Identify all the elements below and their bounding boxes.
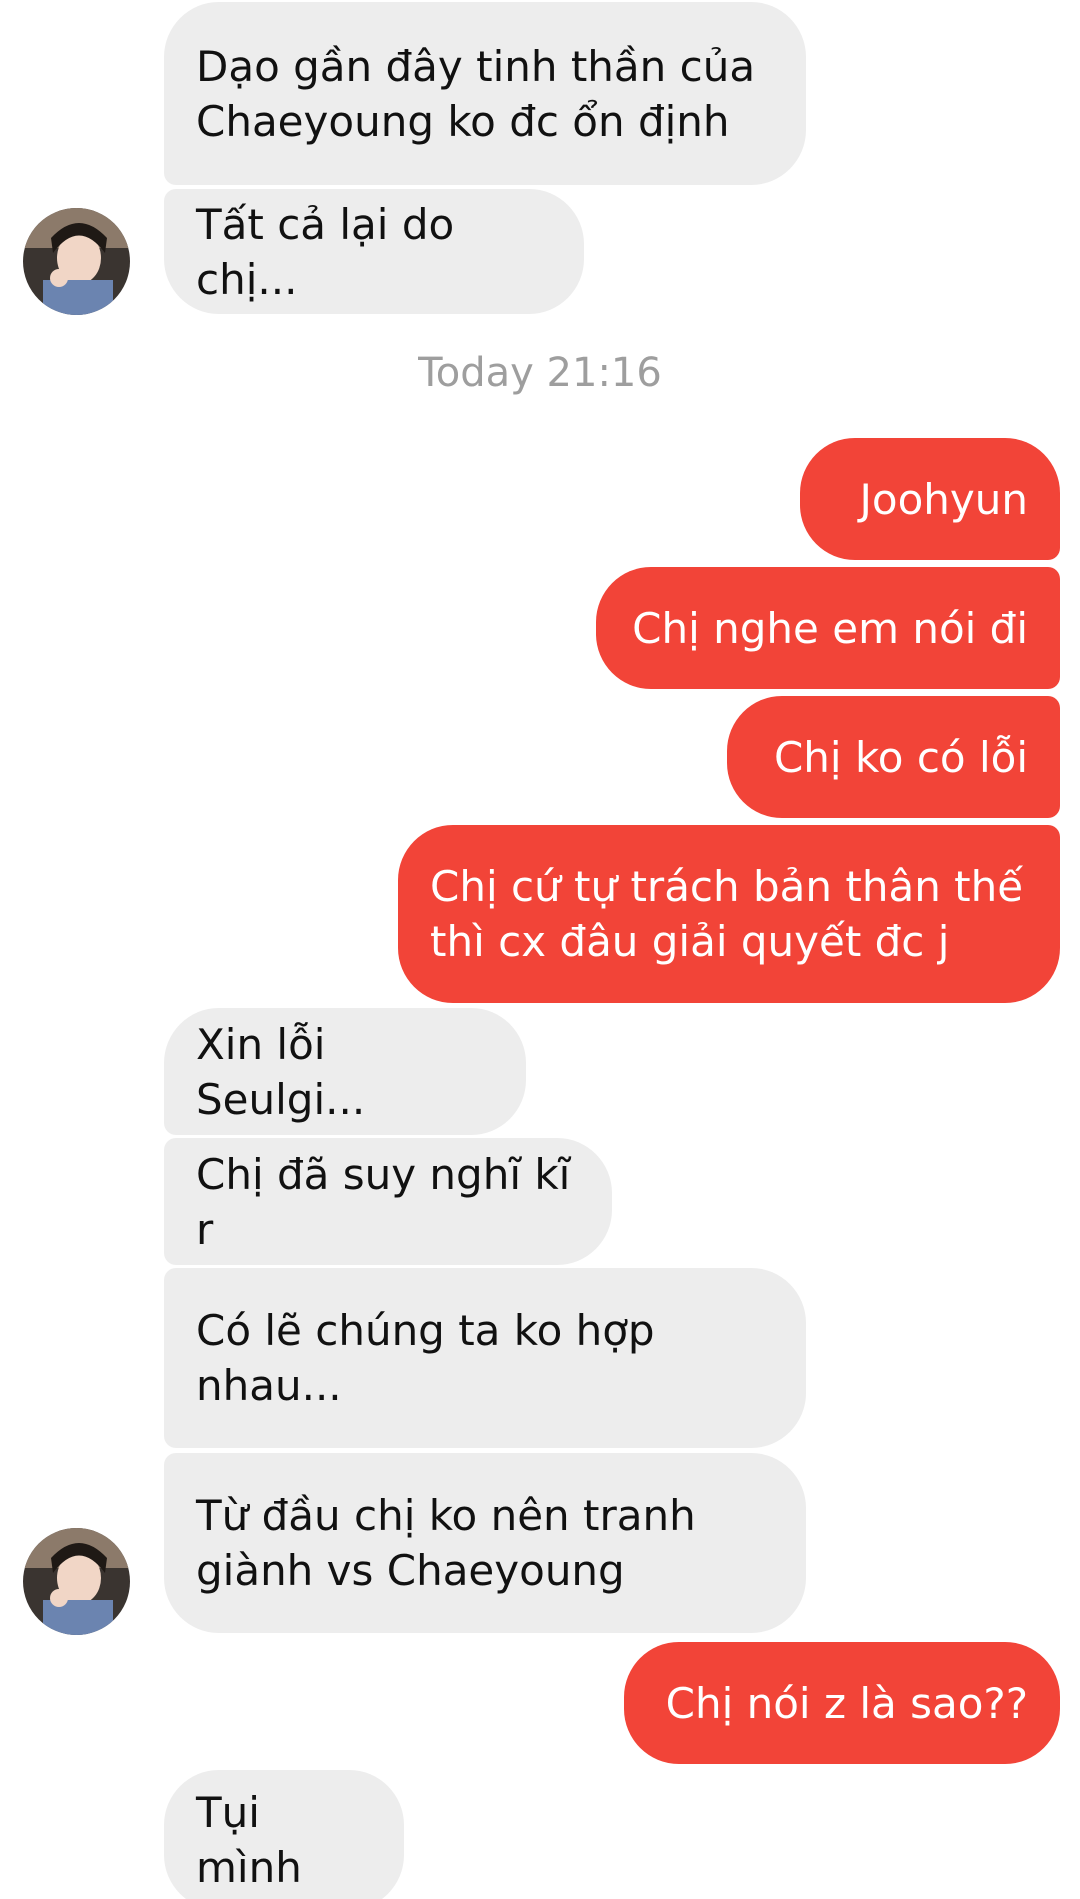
message-bubble-incoming[interactable]: Tất cả lại do chị...	[164, 189, 584, 314]
message-bubble-outgoing[interactable]: Chị ko có lỗi	[727, 696, 1060, 818]
message-bubble-outgoing[interactable]: Joohyun	[800, 438, 1060, 560]
avatar-photo-icon	[23, 208, 130, 315]
message-bubble-outgoing[interactable]: Chị cứ tự trách bản thân thế thì cx đâu …	[398, 825, 1060, 1003]
message-bubble-incoming[interactable]: Dạo gần đây tinh thần của Chaeyoung ko đ…	[164, 2, 806, 185]
chat-thread: Dạo gần đây tinh thần của Chaeyoung ko đ…	[0, 0, 1080, 1899]
avatar-photo-icon	[23, 1528, 130, 1635]
message-bubble-incoming[interactable]: Chị đã suy nghĩ kĩ r	[164, 1138, 612, 1265]
message-bubble-incoming[interactable]: Có lẽ chúng ta ko hợp nhau...	[164, 1268, 806, 1448]
message-bubble-incoming[interactable]: Xin lỗi Seulgi...	[164, 1008, 526, 1135]
contact-avatar[interactable]	[23, 208, 130, 315]
message-bubble-outgoing[interactable]: Chị nghe em nói đi	[596, 567, 1060, 689]
contact-avatar[interactable]	[23, 1528, 130, 1635]
message-bubble-outgoing[interactable]: Chị nói z là sao??	[624, 1642, 1060, 1764]
message-bubble-incoming[interactable]: Từ đầu chị ko nên tranh giành vs Chaeyou…	[164, 1453, 806, 1633]
message-bubble-incoming[interactable]: Tụi mình	[164, 1770, 404, 1899]
thread-timestamp: Today 21:16	[418, 350, 662, 396]
